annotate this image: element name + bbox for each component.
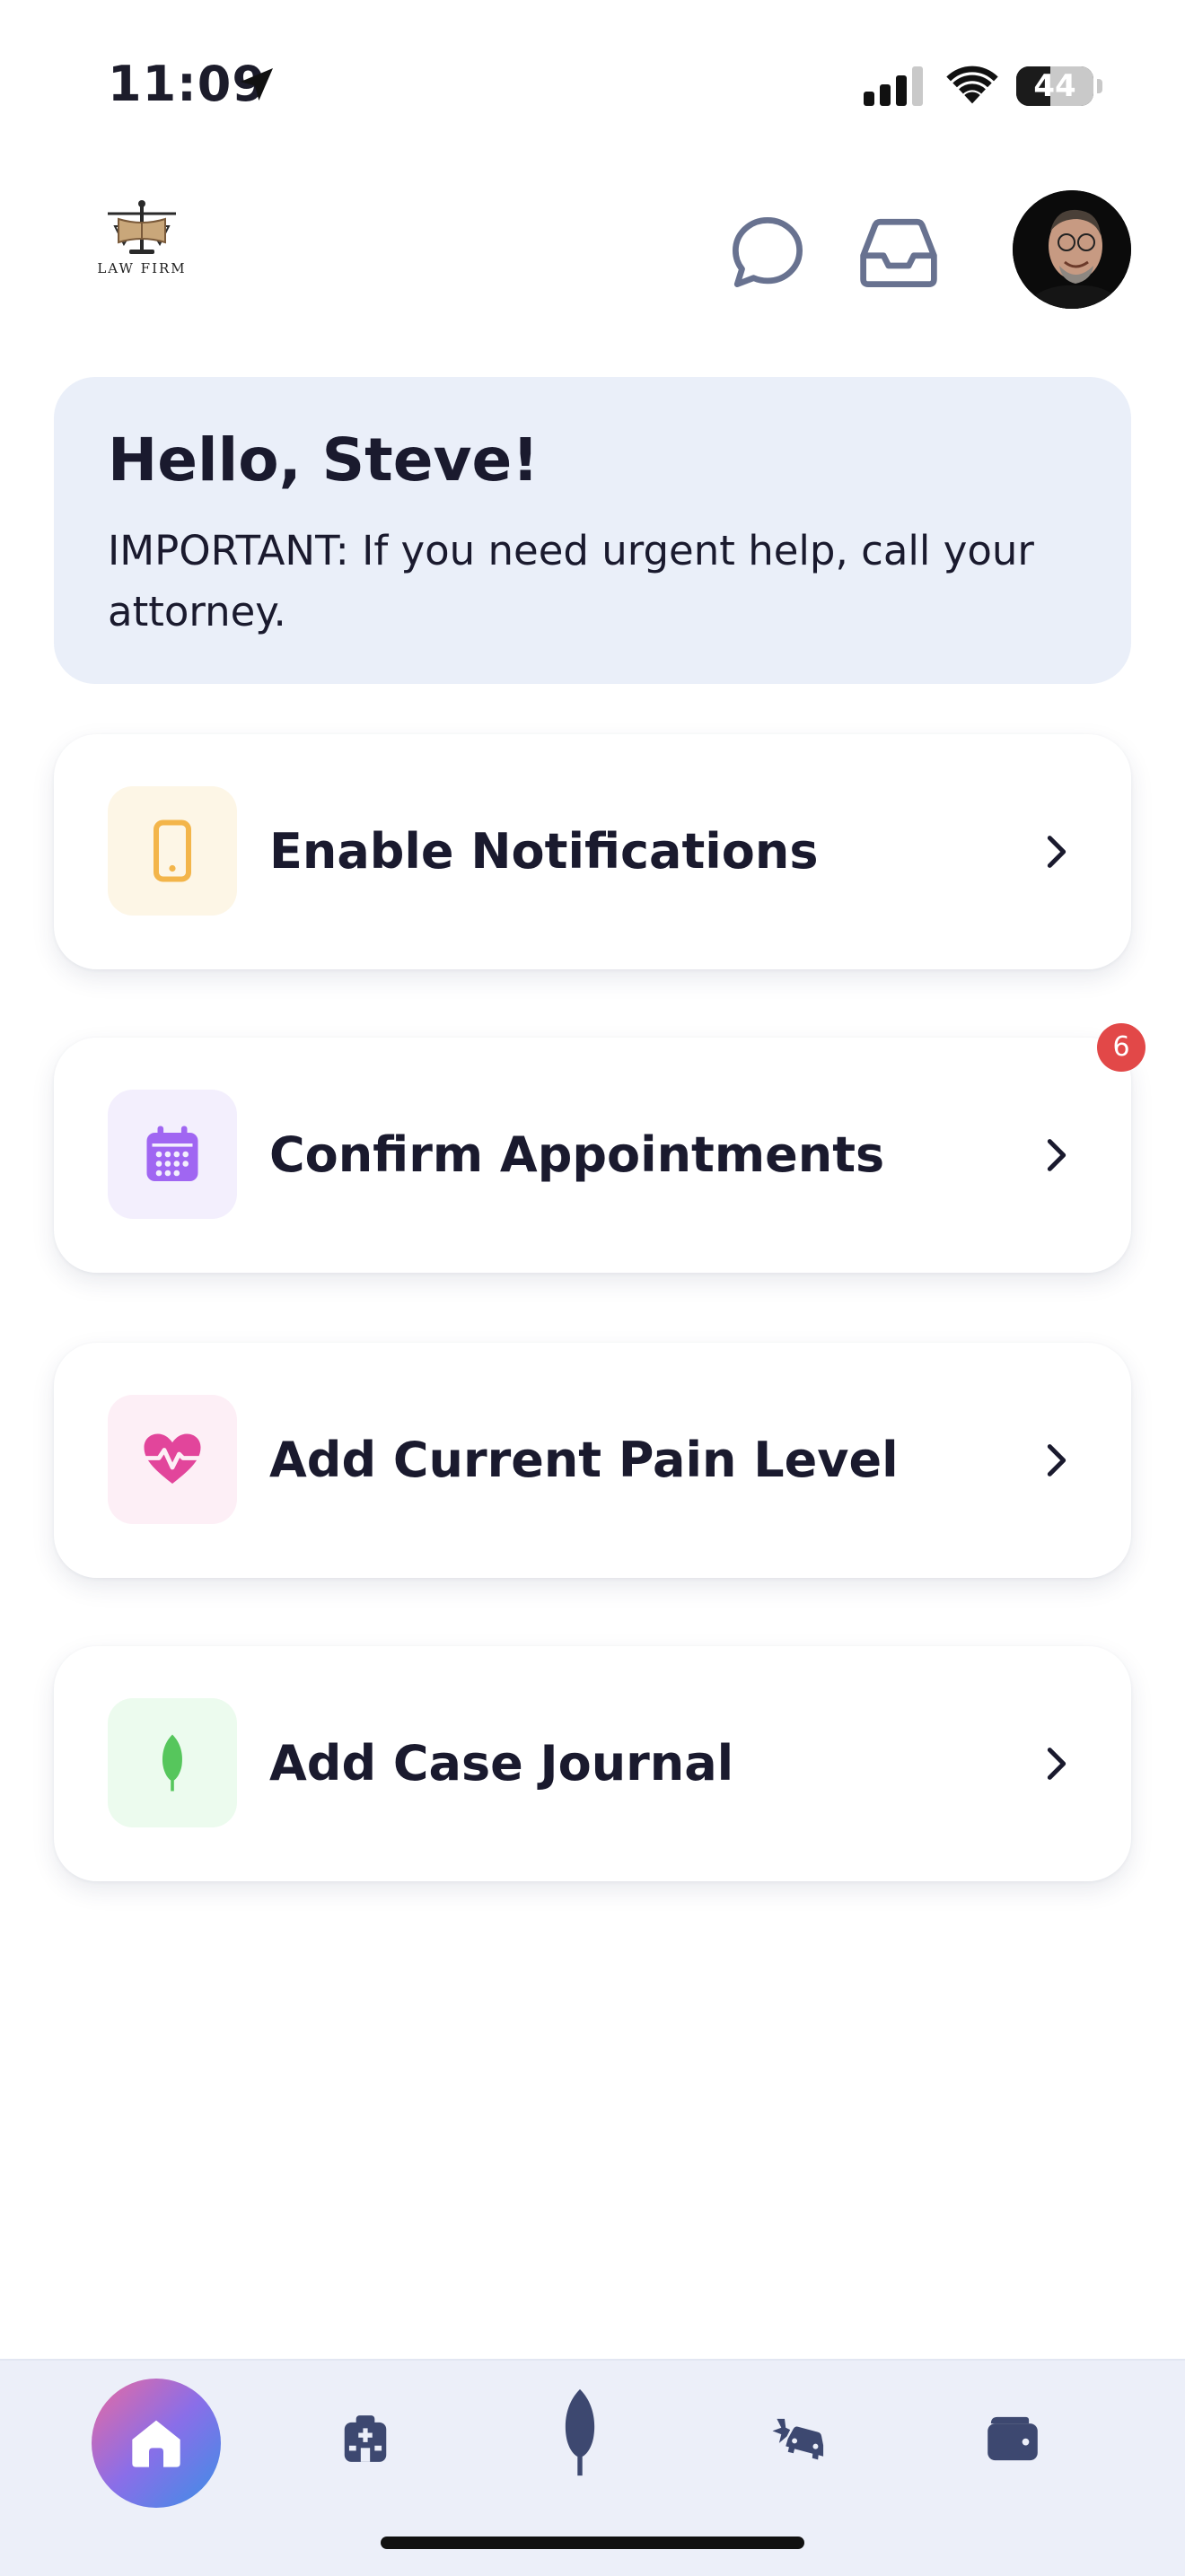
heart-pulse-icon-box <box>108 1395 237 1524</box>
scales-book-icon <box>108 200 176 254</box>
car-crash-icon[interactable] <box>770 2411 828 2466</box>
card-label: Add Current Pain Level <box>269 1432 899 1488</box>
home-icon <box>132 2420 180 2467</box>
card-label: Add Case Journal <box>269 1735 734 1792</box>
smartphone-icon-box <box>108 786 237 916</box>
add-pain-level-card[interactable]: Add Current Pain Level <box>54 1343 1131 1578</box>
chevron-right-icon <box>1047 1748 1066 1780</box>
calendar-icon-box <box>108 1090 237 1219</box>
card-label: Enable Notifications <box>269 823 819 880</box>
heart-pulse-icon <box>143 1433 202 1484</box>
chevron-right-icon <box>1047 1444 1066 1476</box>
confirm-appointments-card[interactable]: Confirm Appointments <box>54 1038 1131 1273</box>
wifi-icon <box>946 66 998 104</box>
profile-photo <box>1013 190 1131 309</box>
cell-signal-icon <box>864 66 923 106</box>
feather-icon <box>162 1734 182 1792</box>
add-case-journal-card[interactable]: Add Case Journal <box>54 1646 1131 1881</box>
card-label: Confirm Appointments <box>269 1126 885 1183</box>
smartphone-icon <box>154 819 191 882</box>
hospital-icon[interactable] <box>338 2411 393 2466</box>
appointments-count-badge: 6 <box>1097 1023 1146 1072</box>
tab-home[interactable] <box>92 2379 221 2508</box>
logo-text: LAW FIRM <box>97 260 187 276</box>
status-bar: 11:09 44 <box>0 0 1185 153</box>
law-firm-logo: LAW FIRM <box>97 199 187 284</box>
chat-bubble-icon[interactable] <box>727 212 808 293</box>
location-arrow-icon <box>241 68 273 101</box>
battery-level: 44 <box>1033 68 1076 104</box>
chevron-right-icon <box>1047 836 1066 868</box>
chevron-right-icon <box>1047 1139 1066 1171</box>
urgent-help-notice: IMPORTANT: If you need urgent help, call… <box>108 527 1034 635</box>
calendar-icon <box>146 1126 198 1181</box>
battery-icon: 44 <box>1016 66 1102 106</box>
feather-icon-box <box>108 1698 237 1827</box>
inbox-tray-icon[interactable] <box>856 212 941 293</box>
wallet-icon[interactable] <box>984 2413 1041 2465</box>
home-indicator <box>381 2537 804 2549</box>
greeting-card: Hello, Steve! IMPORTANT: If you need urg… <box>54 377 1131 684</box>
avatar[interactable] <box>1013 190 1131 309</box>
greeting-title: Hello, Steve! <box>108 425 540 495</box>
feather-icon[interactable] <box>555 2388 605 2477</box>
enable-notifications-card[interactable]: Enable Notifications <box>54 734 1131 969</box>
